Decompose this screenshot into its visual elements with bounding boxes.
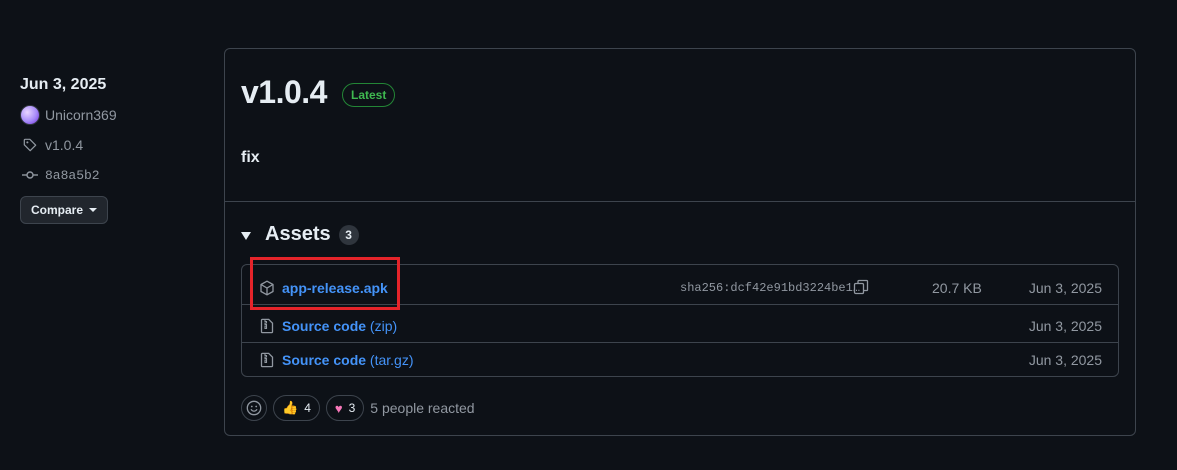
compare-button[interactable]: Compare <box>20 196 109 224</box>
package-icon <box>258 279 276 297</box>
release-sidebar: Jun 3, 2025 Unicorn369 v1.0.4 8a8a5b2 Co… <box>20 74 200 224</box>
asset-row: app-release.apk sha256:dcf42e91bd3224be1… <box>242 271 1118 305</box>
asset-link[interactable]: app-release.apk <box>282 280 388 296</box>
reactions-bar: 👍 4 ♥ 3 5 people reacted <box>241 395 475 421</box>
thumbs-up-icon: 👍 <box>282 400 299 415</box>
compare-label: Compare <box>31 203 84 217</box>
tag-row[interactable]: v1.0.4 <box>20 134 200 156</box>
asset-list: app-release.apk sha256:dcf42e91bd3224be1… <box>241 264 1119 377</box>
asset-date: Jun 3, 2025 <box>1028 352 1102 368</box>
file-zip-icon <box>258 351 276 369</box>
add-reaction-button[interactable] <box>241 395 267 421</box>
author-row[interactable]: Unicorn369 <box>20 104 200 126</box>
caret-down-icon <box>89 208 98 212</box>
reactions-summary: 5 people reacted <box>370 400 475 416</box>
commit-icon <box>20 165 40 185</box>
author-name[interactable]: Unicorn369 <box>45 107 117 123</box>
file-zip-icon <box>258 317 276 335</box>
release-title[interactable]: v1.0.4 <box>241 74 327 111</box>
release-date: Jun 3, 2025 <box>20 76 107 93</box>
release-header: v1.0.4 Latest fix <box>225 49 1135 202</box>
avatar <box>20 105 40 125</box>
commit-row[interactable]: 8a8a5b2 <box>20 164 200 186</box>
assets-toggle[interactable]: Assets 3 <box>241 223 359 246</box>
copy-icon[interactable] <box>853 279 871 297</box>
thumbs-up-reaction[interactable]: 👍 4 <box>273 395 320 421</box>
asset-size: 20.7 KB <box>932 279 982 296</box>
tag-name[interactable]: v1.0.4 <box>45 137 83 153</box>
release-notes: fix <box>241 149 260 166</box>
heart-icon: ♥ <box>334 400 343 416</box>
assets-title: Assets <box>265 223 331 245</box>
asset-date: Jun 3, 2025 <box>1028 317 1102 334</box>
release-card: v1.0.4 Latest fix Assets 3 app-release.a… <box>224 48 1136 436</box>
asset-row: Source code (zip) Jun 3, 2025 <box>242 309 1118 343</box>
heart-count: 3 <box>348 401 356 415</box>
asset-link[interactable]: Source code (zip) <box>282 318 397 334</box>
tag-icon <box>20 135 40 155</box>
asset-row: Source code (tar.gz) Jun 3, 2025 <box>242 343 1118 377</box>
asset-sha256: sha256:dcf42e91bd3224be1… <box>680 280 861 295</box>
heart-reaction[interactable]: ♥ 3 <box>325 395 365 421</box>
asset-date: Jun 3, 2025 <box>1028 279 1102 296</box>
asset-link[interactable]: Source code (tar.gz) <box>282 352 414 368</box>
latest-badge: Latest <box>342 83 396 107</box>
commit-sha[interactable]: 8a8a5b2 <box>45 168 100 183</box>
thumbs-up-count: 4 <box>304 401 311 415</box>
triangle-down-icon <box>241 231 251 240</box>
assets-count-badge: 3 <box>338 224 359 245</box>
smiley-icon <box>246 400 262 416</box>
